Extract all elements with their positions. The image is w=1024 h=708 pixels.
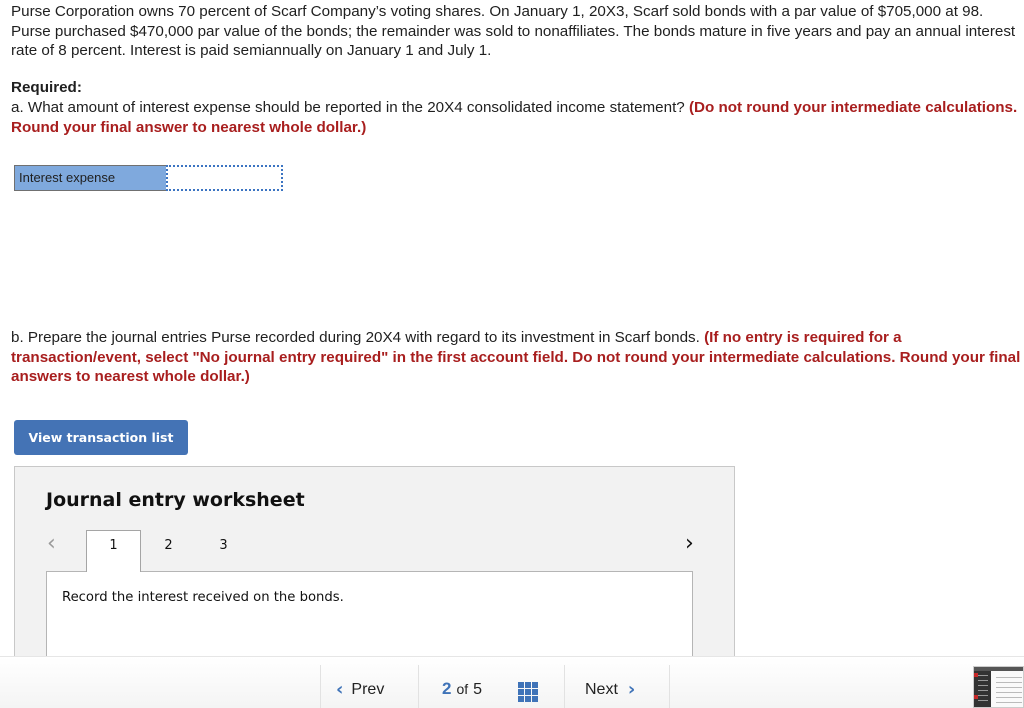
worksheet-tab-3[interactable]: 3 [196,530,251,572]
page-indicator: 2 of 5 [442,679,482,699]
interest-expense-row: Interest expense [14,165,283,191]
worksheet-title: Journal entry worksheet [46,489,305,511]
interest-expense-input[interactable] [166,165,283,191]
worksheet-tab-1[interactable]: 1 [86,530,141,572]
footer-divider [320,665,321,708]
journal-entry-worksheet: Journal entry worksheet ‹ 1 2 3 › Record… [14,466,735,661]
navigation-footer: ‹ Prev 2 of 5 Next › [0,656,1024,708]
chevron-left-icon[interactable]: ‹ [47,533,56,555]
thumbnail-marker [974,673,978,677]
next-button[interactable]: Next › [585,679,635,700]
required-label: Required: [11,79,82,96]
thumbnail-content [996,677,1022,707]
thumbnail-marker [974,695,978,699]
current-page: 2 [442,679,452,698]
question-intro: Purse Corporation owns 70 percent of Sca… [11,3,1016,60]
worksheet-tab-2[interactable]: 2 [141,530,196,572]
worksheet-tabs: 1 2 3 [86,530,251,572]
total-pages: 5 [473,681,483,698]
chevron-right-icon[interactable]: › [685,533,694,555]
part-a-question: a. What amount of interest expense shoul… [11,98,1021,137]
footer-divider [669,665,670,708]
chevron-right-icon: › [627,679,636,700]
next-label: Next [585,680,618,698]
worksheet-instruction: Record the interest received on the bond… [62,590,344,605]
prev-button[interactable]: ‹ Prev [336,679,384,700]
part-b-text: b. Prepare the journal entries Purse rec… [11,329,705,346]
page: Purse Corporation owns 70 percent of Sca… [0,0,1024,708]
part-a-text: a. What amount of interest expense shoul… [11,99,689,116]
interest-expense-label: Interest expense [14,165,166,191]
chevron-left-icon: ‹ [336,679,344,700]
page-of-label: of [456,681,469,697]
grid-icon[interactable] [518,682,538,702]
footer-divider [418,665,419,708]
part-b-question: b. Prepare the journal entries Purse rec… [11,328,1021,387]
worksheet-panel: Record the interest received on the bond… [46,571,693,661]
screenshot-thumbnail[interactable] [973,666,1024,708]
footer-divider [564,665,565,708]
view-transaction-list-button[interactable]: View transaction list [14,420,188,455]
prev-label: Prev [351,680,385,698]
